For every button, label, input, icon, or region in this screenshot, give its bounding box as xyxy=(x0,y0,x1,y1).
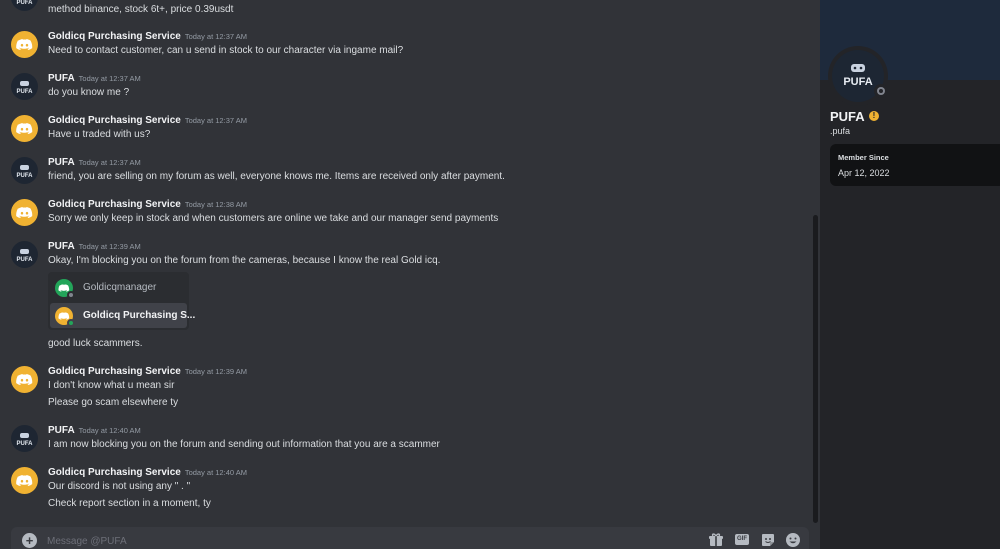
svg-text:PUFA: PUFA xyxy=(16,257,33,263)
svg-text:PUFA: PUFA xyxy=(16,89,33,95)
sticker-icon[interactable] xyxy=(760,532,776,548)
message-text: I am now blocking you on the forum and s… xyxy=(48,439,440,450)
svg-text:PUFA: PUFA xyxy=(16,0,33,6)
discord-avatar[interactable] xyxy=(11,115,38,142)
offline-status-icon xyxy=(874,84,888,98)
emoji-icon[interactable] xyxy=(785,532,801,548)
mention-item-goldicqmanager[interactable]: Goldicqmanager xyxy=(50,275,187,300)
user-avatar[interactable]: PUFA xyxy=(11,0,38,11)
message-author[interactable]: Goldicq Purchasing Service Today at 12:37… xyxy=(48,115,247,126)
message-text: Check report section in a moment, ty xyxy=(48,498,211,509)
message-input[interactable] xyxy=(47,532,647,549)
member-since-card: Member Since Apr 12, 2022 xyxy=(830,144,1000,186)
discord-avatar[interactable] xyxy=(11,199,38,226)
message-text: Need to contact customer, can u send in … xyxy=(48,45,404,56)
member-since-label: Member Since xyxy=(838,153,889,162)
message-author[interactable]: PUFA Today at 12:37 AM xyxy=(48,157,141,168)
message-author[interactable]: PUFA Today at 12:37 AM xyxy=(48,73,141,84)
discord-logo-icon xyxy=(16,475,33,486)
message-timestamp: Today at 12:40 AM xyxy=(78,426,141,435)
discord-avatar[interactable] xyxy=(11,31,38,58)
user-avatar[interactable]: PUFA xyxy=(11,425,38,452)
message-timestamp: Today at 12:39 AM xyxy=(184,367,247,376)
message-text: Okay, I'm blocking you on the forum from… xyxy=(48,255,441,266)
discord-logo-icon xyxy=(16,207,33,218)
message-text: Sorry we only keep in stock and when cus… xyxy=(48,213,499,224)
mention-name: Goldicq Purchasing S... xyxy=(83,310,196,321)
mention-name: Goldicqmanager xyxy=(83,282,157,293)
message-timestamp: Today at 12:37 AM xyxy=(184,116,247,125)
discord-logo-icon xyxy=(16,39,33,50)
message-text: Have u traded with us? xyxy=(48,129,151,140)
message-timestamp: Today at 12:40 AM xyxy=(184,468,247,477)
message-author[interactable]: Goldicq Purchasing Service Today at 12:37… xyxy=(48,31,247,42)
message-timestamp: Today at 12:37 AM xyxy=(78,74,141,83)
message-text: good luck scammers. xyxy=(48,338,143,349)
message-timestamp: Today at 12:37 AM xyxy=(184,32,247,41)
online-status-icon xyxy=(67,319,75,327)
user-mention-list: Goldicqmanager Goldicq Purchasing S... xyxy=(48,272,195,330)
member-since-date: Apr 12, 2022 xyxy=(838,168,890,178)
profile-avatar[interactable]: PUFA xyxy=(828,46,888,106)
message-text: do you know me ? xyxy=(48,87,130,98)
message-author[interactable]: PUFA Today at 12:40 AM xyxy=(48,425,141,436)
chat-pane: PUFA method binance, stock 6t+, price 0.… xyxy=(0,0,820,549)
message-text: Our discord is not using any " . " xyxy=(48,481,191,492)
discord-avatar[interactable] xyxy=(11,366,38,393)
message-timestamp: Today at 12:37 AM xyxy=(78,158,141,167)
message-author[interactable]: Goldicq Purchasing Service Today at 12:39… xyxy=(48,366,247,377)
message-author[interactable]: Goldicq Purchasing Service Today at 12:40… xyxy=(48,467,247,478)
discord-avatar[interactable] xyxy=(11,467,38,494)
message-text: Please go scam elsewhere ty xyxy=(48,397,179,408)
gift-icon[interactable] xyxy=(708,532,724,548)
gif-icon[interactable]: GIF xyxy=(735,534,749,545)
user-avatar[interactable]: PUFA xyxy=(11,241,38,268)
mention-item-goldicq-purchasing[interactable]: Goldicq Purchasing S... xyxy=(50,303,195,328)
message-text: friend, you are selling on my forum as w… xyxy=(48,171,505,182)
svg-text:PUFA: PUFA xyxy=(16,441,33,447)
svg-text:PUFA: PUFA xyxy=(16,173,33,179)
svg-text:PUFA: PUFA xyxy=(843,76,872,88)
message-text: method binance, stock 6t+, price 0.39usd… xyxy=(48,4,234,15)
discord-logo-icon xyxy=(16,123,33,134)
profile-display-name: PUFA xyxy=(830,109,865,124)
discord-logo-icon xyxy=(16,374,33,385)
message-author[interactable]: Goldicq Purchasing Service Today at 12:38… xyxy=(48,199,247,210)
message-author[interactable]: PUFA Today at 12:39 AM xyxy=(48,241,141,252)
message-text: I don't know what u mean sir xyxy=(48,380,175,391)
message-composer: + GIF xyxy=(11,527,809,549)
add-circle-icon[interactable]: + xyxy=(22,533,37,548)
warning-badge-icon[interactable]: ! xyxy=(869,111,879,121)
user-avatar[interactable]: PUFA xyxy=(11,73,38,100)
user-avatar[interactable]: PUFA xyxy=(11,157,38,184)
message-timestamp: Today at 12:39 AM xyxy=(78,242,141,251)
profile-handle: .pufa xyxy=(830,126,851,136)
user-profile-panel: PUFA PUFA ! .pufa Member Since Apr 12, 2… xyxy=(820,0,1000,549)
chat-scrollbar[interactable] xyxy=(813,215,818,523)
offline-status-icon xyxy=(67,291,75,299)
message-timestamp: Today at 12:38 AM xyxy=(184,200,247,209)
